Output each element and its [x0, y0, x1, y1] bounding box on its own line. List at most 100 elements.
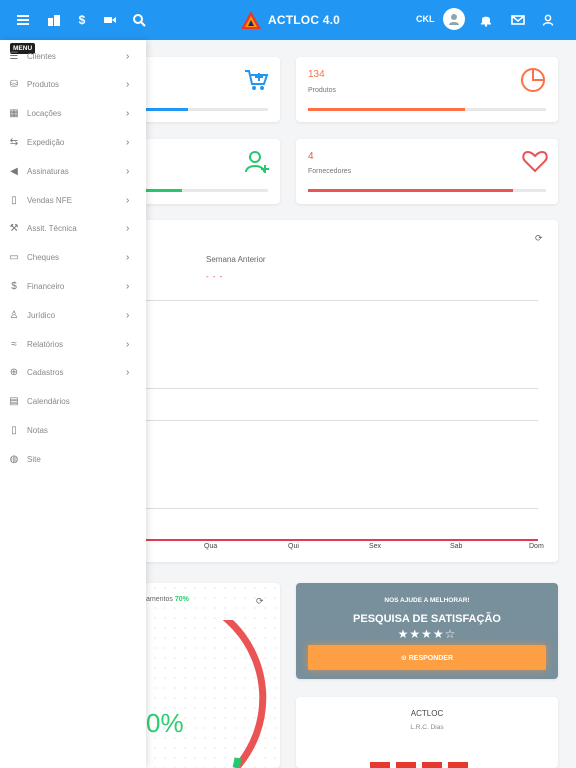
sidebar-item-label: Cheques: [27, 253, 60, 263]
donut-arc-accent: [232, 757, 242, 768]
stat-value: 4: [308, 151, 314, 162]
stat-progress-track: [308, 189, 546, 192]
cart-icon: [243, 67, 269, 98]
dollar-icon[interactable]: $: [72, 10, 92, 30]
respond-button[interactable]: ⊙ RESPONDER: [308, 645, 546, 670]
users-icon: ☰: [9, 50, 19, 62]
circle-plus-icon: ⊕: [9, 367, 19, 379]
chart-legend-dash: - - -: [206, 272, 224, 281]
chart-icon: ≈: [11, 338, 17, 350]
company-name: ACTLOC: [410, 709, 444, 718]
sidebar-item-label: Financeiro: [27, 281, 65, 291]
donut-title-pct: 70%: [174, 596, 189, 603]
chevron-right-icon: ›: [126, 252, 130, 264]
card-icon: ▭: [9, 252, 19, 264]
building-icon[interactable]: [44, 10, 64, 30]
chevron-right-icon: ›: [126, 108, 130, 120]
donut-big-value: 0%: [146, 708, 184, 738]
mail-icon[interactable]: [508, 10, 528, 30]
sidebar-item-label: Vendas NFE: [27, 195, 72, 205]
grid-line: [146, 508, 538, 509]
sidebar-item-12[interactable]: ⊕ Cadastros ›: [0, 363, 146, 383]
sidebar-item-6[interactable]: ▯ Vendas NFE ›: [0, 190, 146, 210]
sidebar-item-1[interactable]: ☰ Clientes ›: [0, 46, 146, 66]
sidebar-item-5[interactable]: ◀ Assinaturas ›: [0, 161, 146, 181]
stat-progress-fill: [308, 108, 466, 111]
x-tick: Qui: [288, 543, 299, 550]
sidebar-item-label: Assinaturas: [27, 166, 69, 176]
x-tick: Sex: [369, 543, 382, 550]
video-icon[interactable]: [100, 10, 120, 30]
sidebar-item-13[interactable]: ▤ Calendários: [0, 392, 146, 412]
sidebar-item-15[interactable]: ◍ Site: [0, 449, 146, 469]
chevron-right-icon: ›: [126, 309, 130, 321]
refresh-icon[interactable]: ⟳: [256, 596, 264, 607]
sidebar-item-8[interactable]: ▭ Cheques ›: [0, 248, 146, 268]
person-icon: ♙: [9, 309, 19, 321]
sidebar-item-label: Notas: [27, 425, 48, 435]
company-sub: L.R.C. Dias: [410, 724, 444, 731]
sidebar-item-7[interactable]: ⚒ Assit. Técnica ›: [0, 219, 146, 239]
stat-card-suppliers[interactable]: 4 Fornecedores: [296, 139, 558, 204]
grid-line: [146, 300, 538, 301]
survey-top-text: NOS AJUDE A MELHORAR!: [384, 597, 470, 604]
chevron-right-icon: ›: [126, 280, 130, 292]
sidebar-item-label: Locações: [27, 109, 62, 119]
chevron-right-icon: ›: [126, 194, 130, 206]
sidebar-item-10[interactable]: ♙ Jurídico ›: [0, 305, 146, 325]
stat-progress-track: [308, 108, 546, 111]
brand-logo-icon: [241, 11, 261, 29]
series-line: [146, 539, 538, 541]
chevron-right-icon: ›: [126, 136, 130, 148]
stat-card-products[interactable]: 134 Produtos: [296, 57, 558, 122]
sidebar-item-14[interactable]: ▯ Notas: [0, 420, 146, 440]
megaphone-icon: ◀: [10, 165, 18, 177]
sidebar-item-label: Site: [27, 454, 41, 464]
top-navbar: $ ACTLOC 4.0 CKL: [0, 0, 576, 40]
menu-icon[interactable]: [13, 10, 33, 30]
donut-title-text: amentos: [146, 596, 173, 603]
avatar[interactable]: [443, 8, 465, 30]
sidebar-item-11[interactable]: ≈ Relatórios ›: [0, 334, 146, 354]
sidebar-item-label: Expedição: [27, 137, 65, 147]
note-icon: ▯: [11, 424, 17, 436]
search-icon[interactable]: [129, 10, 149, 30]
grid-line: [146, 388, 538, 389]
company-logo-partial: [370, 762, 468, 768]
x-tick: Sab: [450, 543, 463, 550]
chevron-right-icon: ›: [126, 223, 130, 235]
truck-icon: ⇆: [9, 136, 19, 148]
chart-legend-label: Semana Anterior: [206, 255, 266, 264]
dollar-icon: $: [11, 280, 17, 292]
sidebar-item-3[interactable]: ▦ Locações ›: [0, 104, 146, 124]
bell-icon[interactable]: [476, 10, 496, 30]
x-tick: Qua: [204, 543, 218, 550]
sidebar-item-label: Calendários: [27, 397, 70, 407]
database-icon: ⛁: [9, 79, 19, 91]
user-plus-icon: [243, 148, 271, 181]
stat-label: Produtos: [308, 87, 337, 94]
sidebar-item-label: Clientes: [27, 51, 56, 61]
stat-progress-fill: [308, 189, 513, 192]
refresh-icon[interactable]: ⟳: [535, 233, 543, 244]
stat-value: 134: [308, 69, 325, 80]
chevron-right-icon: ›: [126, 367, 130, 379]
user-name[interactable]: CKL: [416, 14, 435, 24]
brand[interactable]: ACTLOC 4.0: [240, 9, 340, 31]
chevron-right-icon: ›: [126, 165, 130, 177]
brand-name: ACTLOC 4.0: [268, 13, 341, 27]
sidebar-item-label: Assit. Técnica: [27, 224, 77, 234]
calendar-grid-icon: ▤: [9, 396, 19, 408]
sidebar-item-label: Relatórios: [27, 339, 64, 349]
survey-title: PESQUISA DE SATISFAÇÃO: [353, 613, 501, 625]
sidebar-item-9[interactable]: $ Financeiro ›: [0, 276, 146, 296]
sidebar-item-4[interactable]: ⇆ Expedição ›: [0, 132, 146, 152]
grid-line: [146, 420, 538, 421]
user-icon[interactable]: [538, 10, 558, 30]
chevron-right-icon: ›: [126, 338, 130, 350]
pie-chart-icon: [520, 67, 546, 98]
wrench-icon: ⚒: [9, 223, 19, 235]
survey-stars: ★★★★☆: [397, 627, 457, 641]
sidebar-item-2[interactable]: ⛁ Produtos ›: [0, 75, 146, 95]
x-tick: Dom: [529, 543, 544, 550]
